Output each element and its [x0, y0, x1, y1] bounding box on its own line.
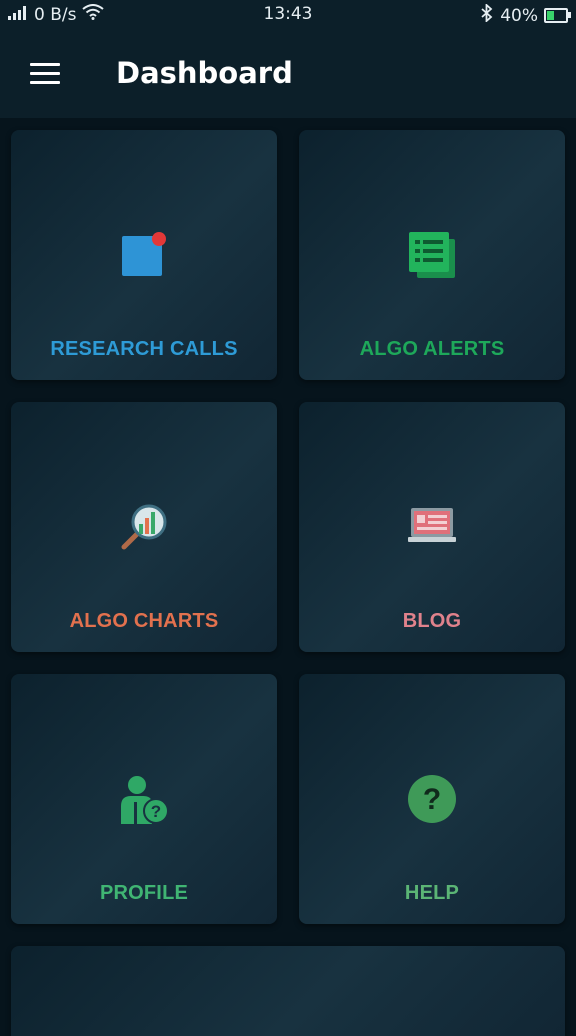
tile-profile[interactable]: ? PROFILE	[11, 674, 277, 924]
tile-label: RESEARCH CALLS	[50, 338, 238, 360]
tile-label: BLOG	[402, 610, 462, 632]
user-help-icon: ?	[119, 774, 169, 824]
app-bar: Dashboard	[0, 30, 576, 118]
battery-level	[547, 11, 554, 20]
tile-partial[interactable]	[11, 946, 565, 1036]
tile-label: HELP	[404, 882, 460, 904]
question-circle-icon: ?	[407, 774, 457, 824]
tile-label: PROFILE	[99, 882, 189, 904]
hamburger-menu-icon[interactable]	[14, 50, 74, 98]
svg-text:?: ?	[423, 783, 441, 816]
tile-label: ALGO CHARTS	[69, 610, 219, 632]
tile-algo-alerts[interactable]: ALGO ALERTS	[299, 130, 565, 380]
tile-research-calls[interactable]: RESEARCH CALLS	[11, 130, 277, 380]
notification-square-icon	[119, 230, 169, 280]
tile-blog[interactable]: BLOG	[299, 402, 565, 652]
tile-algo-charts[interactable]: ALGO CHARTS	[11, 402, 277, 652]
tile-label: ALGO ALERTS	[359, 338, 505, 360]
laptop-blog-icon	[407, 502, 457, 552]
battery-percent: 40%	[500, 5, 538, 26]
battery-icon	[544, 8, 571, 23]
document-list-icon	[407, 230, 457, 280]
bluetooth-icon	[480, 2, 494, 27]
svg-text:?: ?	[151, 802, 161, 821]
page-title: Dashboard	[116, 56, 293, 90]
status-bar: 0 B/s 13:43 40%	[0, 0, 576, 30]
tile-help[interactable]: ? HELP	[299, 674, 565, 924]
magnifier-chart-icon	[119, 502, 169, 552]
status-right: 40%	[480, 2, 571, 27]
